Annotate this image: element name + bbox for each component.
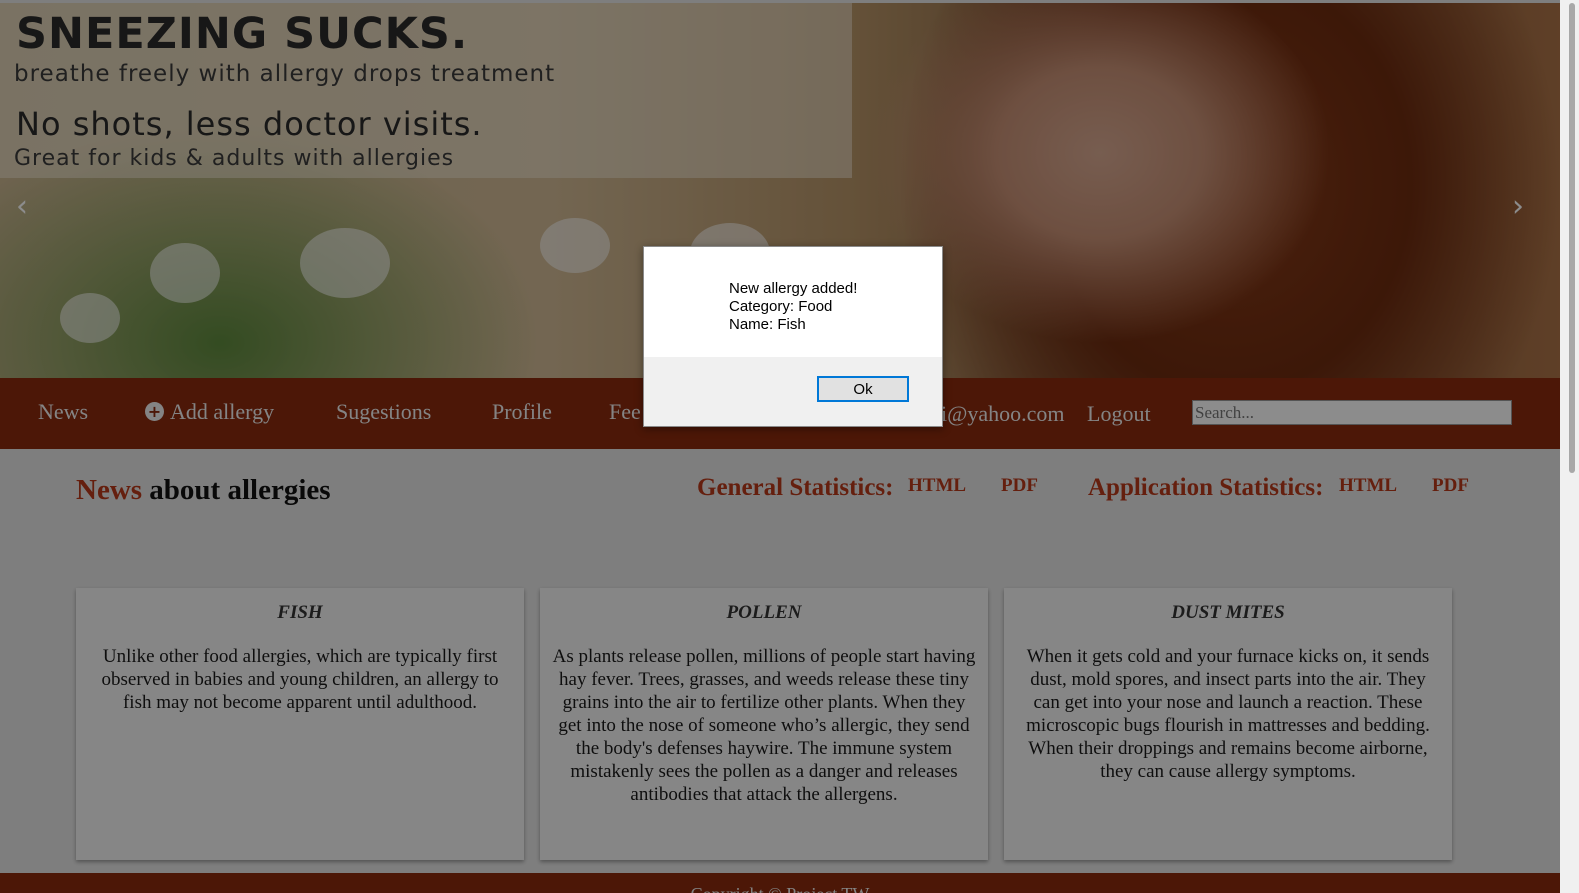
alert-category-line: Category: Food	[729, 298, 833, 315]
alert-name-line: Name: Fish	[729, 316, 806, 333]
modal-overlay	[0, 0, 1560, 893]
alert-message-area: New allergy added! Category: Food Name: …	[644, 247, 942, 357]
scrollbar-thumb[interactable]	[1569, 3, 1575, 473]
ok-button[interactable]: Ok	[817, 376, 909, 402]
alert-message-line: New allergy added!	[729, 280, 858, 297]
alert-dialog: New allergy added! Category: Food Name: …	[643, 246, 943, 427]
